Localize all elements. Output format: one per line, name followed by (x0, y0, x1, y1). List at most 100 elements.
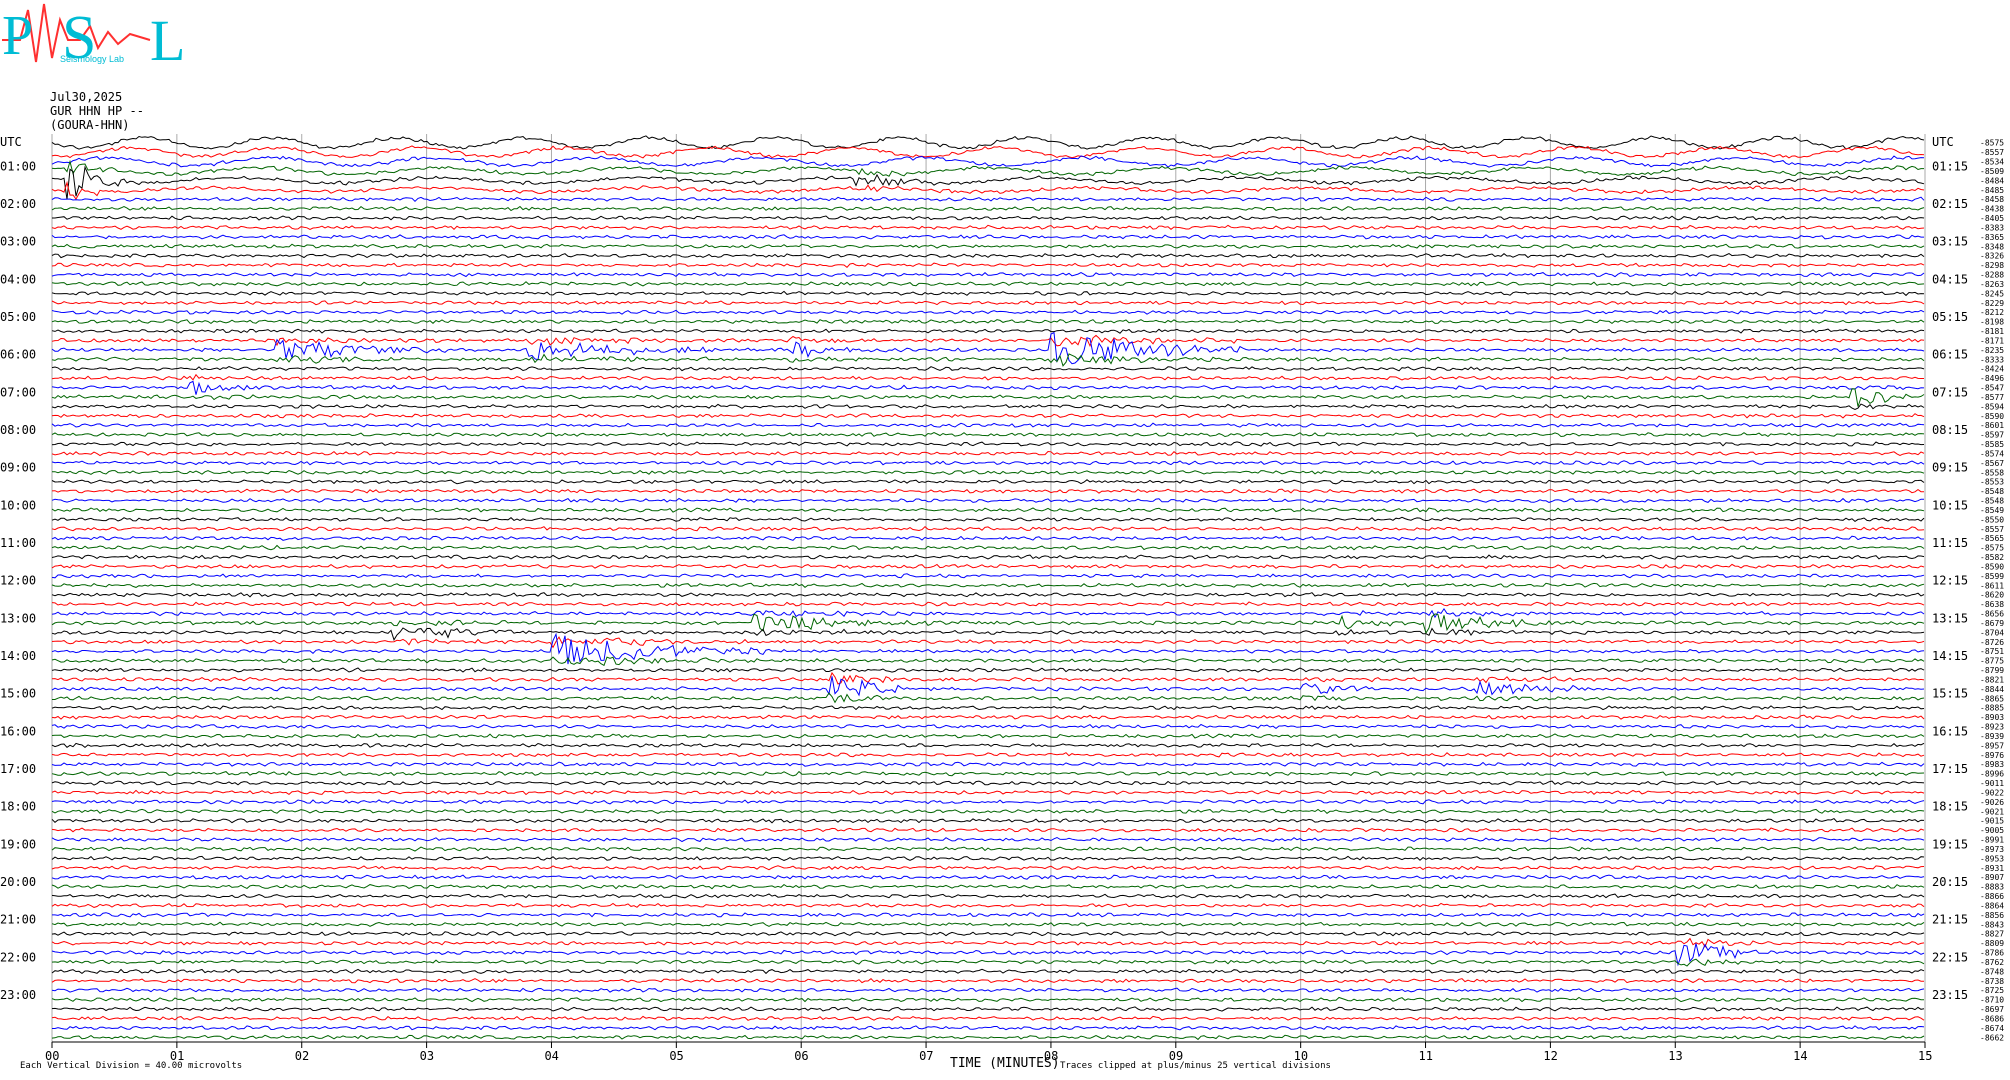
line-count-label: -8656 (1980, 610, 2004, 619)
trace-line (51, 902, 1925, 908)
left-hour-label: 18:00 (0, 800, 36, 814)
right-hour-label: 15:15 (1932, 687, 1968, 701)
trace-line (51, 422, 1925, 428)
left-hour-label: 12:00 (0, 574, 36, 588)
line-count-label: -8697 (1980, 1005, 2004, 1014)
line-count-label: -8458 (1980, 195, 2004, 204)
right-hour-label: 23:15 (1932, 988, 1968, 1002)
line-count-label: -8679 (1980, 619, 2004, 628)
trace-line (51, 1015, 1925, 1022)
right-hour-label: 06:15 (1932, 348, 1968, 362)
trace-line (51, 592, 1925, 598)
left-hour-label: 04:00 (0, 272, 36, 286)
x-tick-label: 06 (794, 1049, 808, 1063)
x-tick-label: 04 (544, 1049, 558, 1063)
trace-line (51, 516, 1925, 523)
trace-line (51, 497, 1924, 503)
left-hour-label: 03:00 (0, 235, 36, 249)
line-count-label: -8575 (1980, 544, 2004, 553)
line-count-label: -8809 (1980, 939, 2004, 948)
trace-line (51, 582, 1925, 588)
line-count-label: -8585 (1980, 440, 2004, 449)
trace-line (51, 1006, 1925, 1012)
right-hour-label: 10:15 (1932, 498, 1968, 512)
line-count-label: -8751 (1980, 647, 2004, 656)
line-count-label: -8957 (1980, 741, 2004, 750)
line-count-label: -8599 (1980, 572, 2004, 581)
line-count-label: -8181 (1980, 327, 2004, 336)
line-count-labels: -8575-8557-8534-8509-8484-8485-8458-8438… (1980, 139, 2004, 1043)
left-hour-label: 22:00 (0, 950, 36, 964)
line-count-label: -8738 (1980, 977, 2004, 986)
trace-line (51, 705, 1925, 711)
line-count-label: -8567 (1980, 459, 2004, 468)
hour-labels: 01:00 02:00 03:00 04:00 05:00 06:00 07:00 08:00… (0, 159, 1968, 1002)
trace-line (51, 535, 1924, 541)
right-hour-label: 16:15 (1932, 724, 1968, 738)
line-count-label: -8298 (1980, 261, 2004, 270)
right-hour-label: 12:15 (1932, 574, 1968, 588)
trace-line (51, 281, 1925, 287)
line-count-label: -8575 (1980, 139, 2004, 148)
trace-line (51, 627, 1925, 641)
line-count-label: -8866 (1980, 892, 2004, 901)
trace-line (51, 196, 1925, 203)
x-tick-label: 07 (919, 1049, 933, 1063)
trace-line (51, 441, 1925, 447)
trace-line (51, 931, 1925, 937)
trace-line (51, 526, 1925, 532)
trace-line (51, 723, 1925, 730)
line-count-label: -8577 (1980, 393, 2004, 402)
trace-line (51, 921, 1925, 927)
line-count-label: -8547 (1980, 384, 2004, 393)
left-hour-label: 23:00 (0, 988, 36, 1002)
trace-line (51, 846, 1925, 852)
line-count-label: -8976 (1980, 751, 2004, 760)
line-count-label: -8496 (1980, 374, 2004, 383)
line-count-label: -8844 (1980, 685, 2004, 694)
right-hour-label: 20:15 (1932, 875, 1968, 889)
clip-note: Traces clipped at plus/minus 25 vertical… (1060, 1061, 1331, 1071)
left-hour-label: 14:00 (0, 649, 36, 663)
line-count-label: -8638 (1980, 600, 2004, 609)
left-hour-label: 08:00 (0, 423, 36, 437)
trace-line (51, 159, 1924, 177)
trace-line (51, 671, 1925, 685)
trace-line (51, 978, 1924, 984)
scale-note: Each Vertical Division = 40.00 microvolt… (20, 1061, 242, 1071)
line-count-label: -8710 (1980, 996, 2004, 1005)
line-count-label: -8983 (1980, 760, 2004, 769)
trace-line (51, 507, 1925, 513)
left-hour-label: 09:00 (0, 461, 36, 475)
line-count-label: -8245 (1980, 289, 2004, 298)
trace-line (51, 432, 1925, 438)
line-count-label: -8549 (1980, 506, 2004, 515)
line-count-label: -8438 (1980, 205, 2004, 214)
right-hour-label: 03:15 (1932, 235, 1968, 249)
x-tick-label: 03 (420, 1049, 434, 1063)
line-count-label: -8263 (1980, 280, 2004, 289)
trace-line (51, 987, 1925, 993)
line-count-label: -8883 (1980, 883, 2004, 892)
line-count-label: -8903 (1980, 713, 2004, 722)
trace-line (51, 968, 1925, 975)
trace-line (51, 874, 1925, 880)
trace-line (51, 450, 1925, 457)
line-count-label: -8991 (1980, 836, 2004, 845)
left-hour-label: 19:00 (0, 837, 36, 851)
trace-line (51, 601, 1925, 607)
trace-line (51, 309, 1925, 315)
line-count-label: -8907 (1980, 873, 2004, 882)
trace-line (51, 789, 1925, 796)
line-count-label: -9005 (1980, 826, 2004, 835)
trace-line (51, 656, 1925, 667)
line-count-label: -8333 (1980, 355, 2004, 364)
line-count-label: -8775 (1980, 657, 2004, 666)
trace-line (51, 836, 1925, 843)
line-count-label: -8326 (1980, 252, 2004, 261)
trace-line (51, 893, 1925, 899)
trace-line (51, 937, 1925, 948)
right-hour-label: 17:15 (1932, 762, 1968, 776)
trace-line (51, 607, 1925, 619)
line-count-label: -8594 (1980, 402, 2004, 411)
